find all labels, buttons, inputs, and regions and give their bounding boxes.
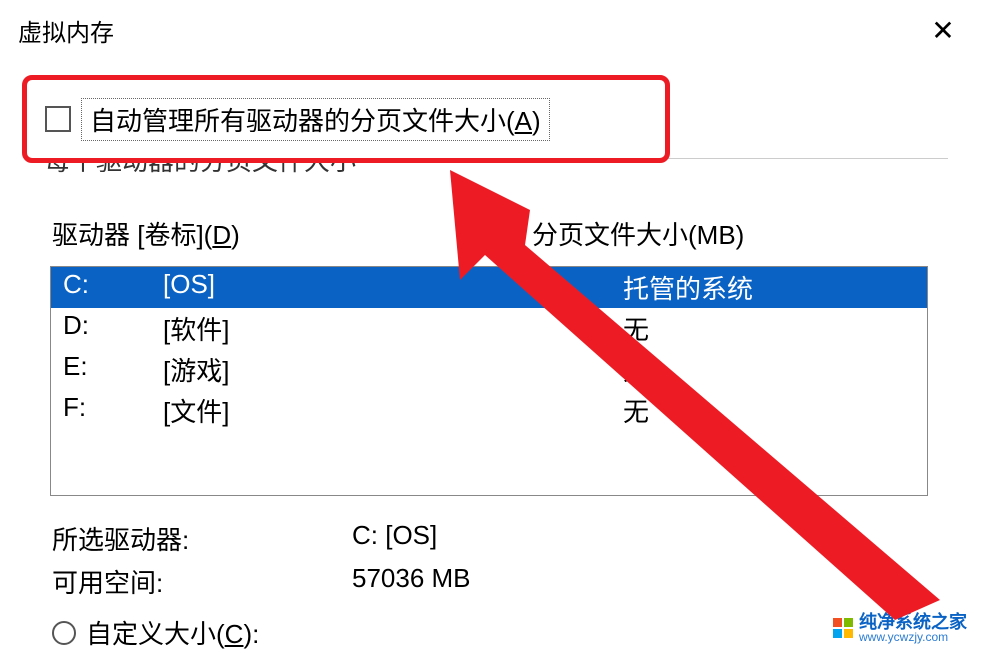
per-drive-group: 每个驱动器的分页文件大小 驱动器 [卷标](D) 分页文件大小(MB) C:[O… [28, 158, 948, 651]
radio-icon [52, 621, 76, 645]
drive-letter: E: [63, 351, 163, 388]
watermark: 纯净系统之家 www.ycwzjy.com [827, 610, 973, 646]
watermark-url: www.ycwzjy.com [859, 631, 967, 643]
close-icon: ✕ [931, 14, 954, 47]
auto-manage-checkbox[interactable]: 自动管理所有驱动器的分页文件大小(A) [45, 98, 550, 141]
custom-size-label-pre: 自定义大小( [86, 619, 225, 649]
drive-letter: F: [63, 392, 163, 429]
drive-row[interactable]: C:[OS]托管的系统 [51, 267, 927, 308]
drive-size: 托管的系统 [523, 269, 915, 306]
drive-header-post: ) [231, 220, 240, 250]
drive-column-header: 驱动器 [卷标](D) [52, 215, 472, 252]
auto-manage-hotkey: A [515, 106, 532, 136]
auto-manage-label-post: ) [532, 106, 541, 136]
drive-size: 无 [523, 351, 915, 388]
available-space-label: 可用空间: [52, 563, 352, 600]
drive-list[interactable]: C:[OS]托管的系统D:[软件]无E:[游戏]无F:[文件]无 [50, 266, 928, 496]
window-title: 虚拟内存 [18, 13, 923, 48]
drive-letter: D: [63, 310, 163, 347]
drive-label: [游戏] [163, 351, 523, 388]
drive-label: [OS] [163, 269, 523, 306]
drive-size: 无 [523, 310, 915, 347]
checkbox-icon [45, 106, 71, 132]
drive-letter: C: [63, 269, 163, 306]
watermark-logo-icon [833, 618, 853, 638]
drive-label: [文件] [163, 392, 523, 429]
drive-header-hotkey: D [212, 220, 231, 250]
selected-drive-label: 所选驱动器: [52, 520, 352, 557]
auto-manage-label-pre: 自动管理所有驱动器的分页文件大小( [90, 106, 515, 136]
selected-drive-value: C: [OS] [352, 520, 948, 557]
drive-row[interactable]: D:[软件]无 [51, 308, 927, 349]
drive-row[interactable]: E:[游戏]无 [51, 349, 927, 390]
available-space-value: 57036 MB [352, 563, 948, 600]
auto-manage-label: 自动管理所有驱动器的分页文件大小(A) [81, 98, 550, 141]
drive-row[interactable]: F:[文件]无 [51, 390, 927, 431]
watermark-name: 纯净系统之家 [859, 613, 967, 631]
close-button[interactable]: ✕ [923, 10, 963, 50]
drive-size: 无 [523, 392, 915, 429]
drive-header-pre: 驱动器 [卷标]( [52, 220, 212, 250]
paging-column-header: 分页文件大小(MB) [472, 215, 938, 252]
custom-size-label: 自定义大小(C): [86, 614, 259, 651]
custom-size-hotkey: C [225, 619, 244, 649]
custom-size-radio[interactable]: 自定义大小(C): [52, 614, 948, 651]
highlight-annotation: 自动管理所有驱动器的分页文件大小(A) [22, 75, 670, 163]
custom-size-label-post: ): [243, 619, 259, 649]
drive-label: [软件] [163, 310, 523, 347]
